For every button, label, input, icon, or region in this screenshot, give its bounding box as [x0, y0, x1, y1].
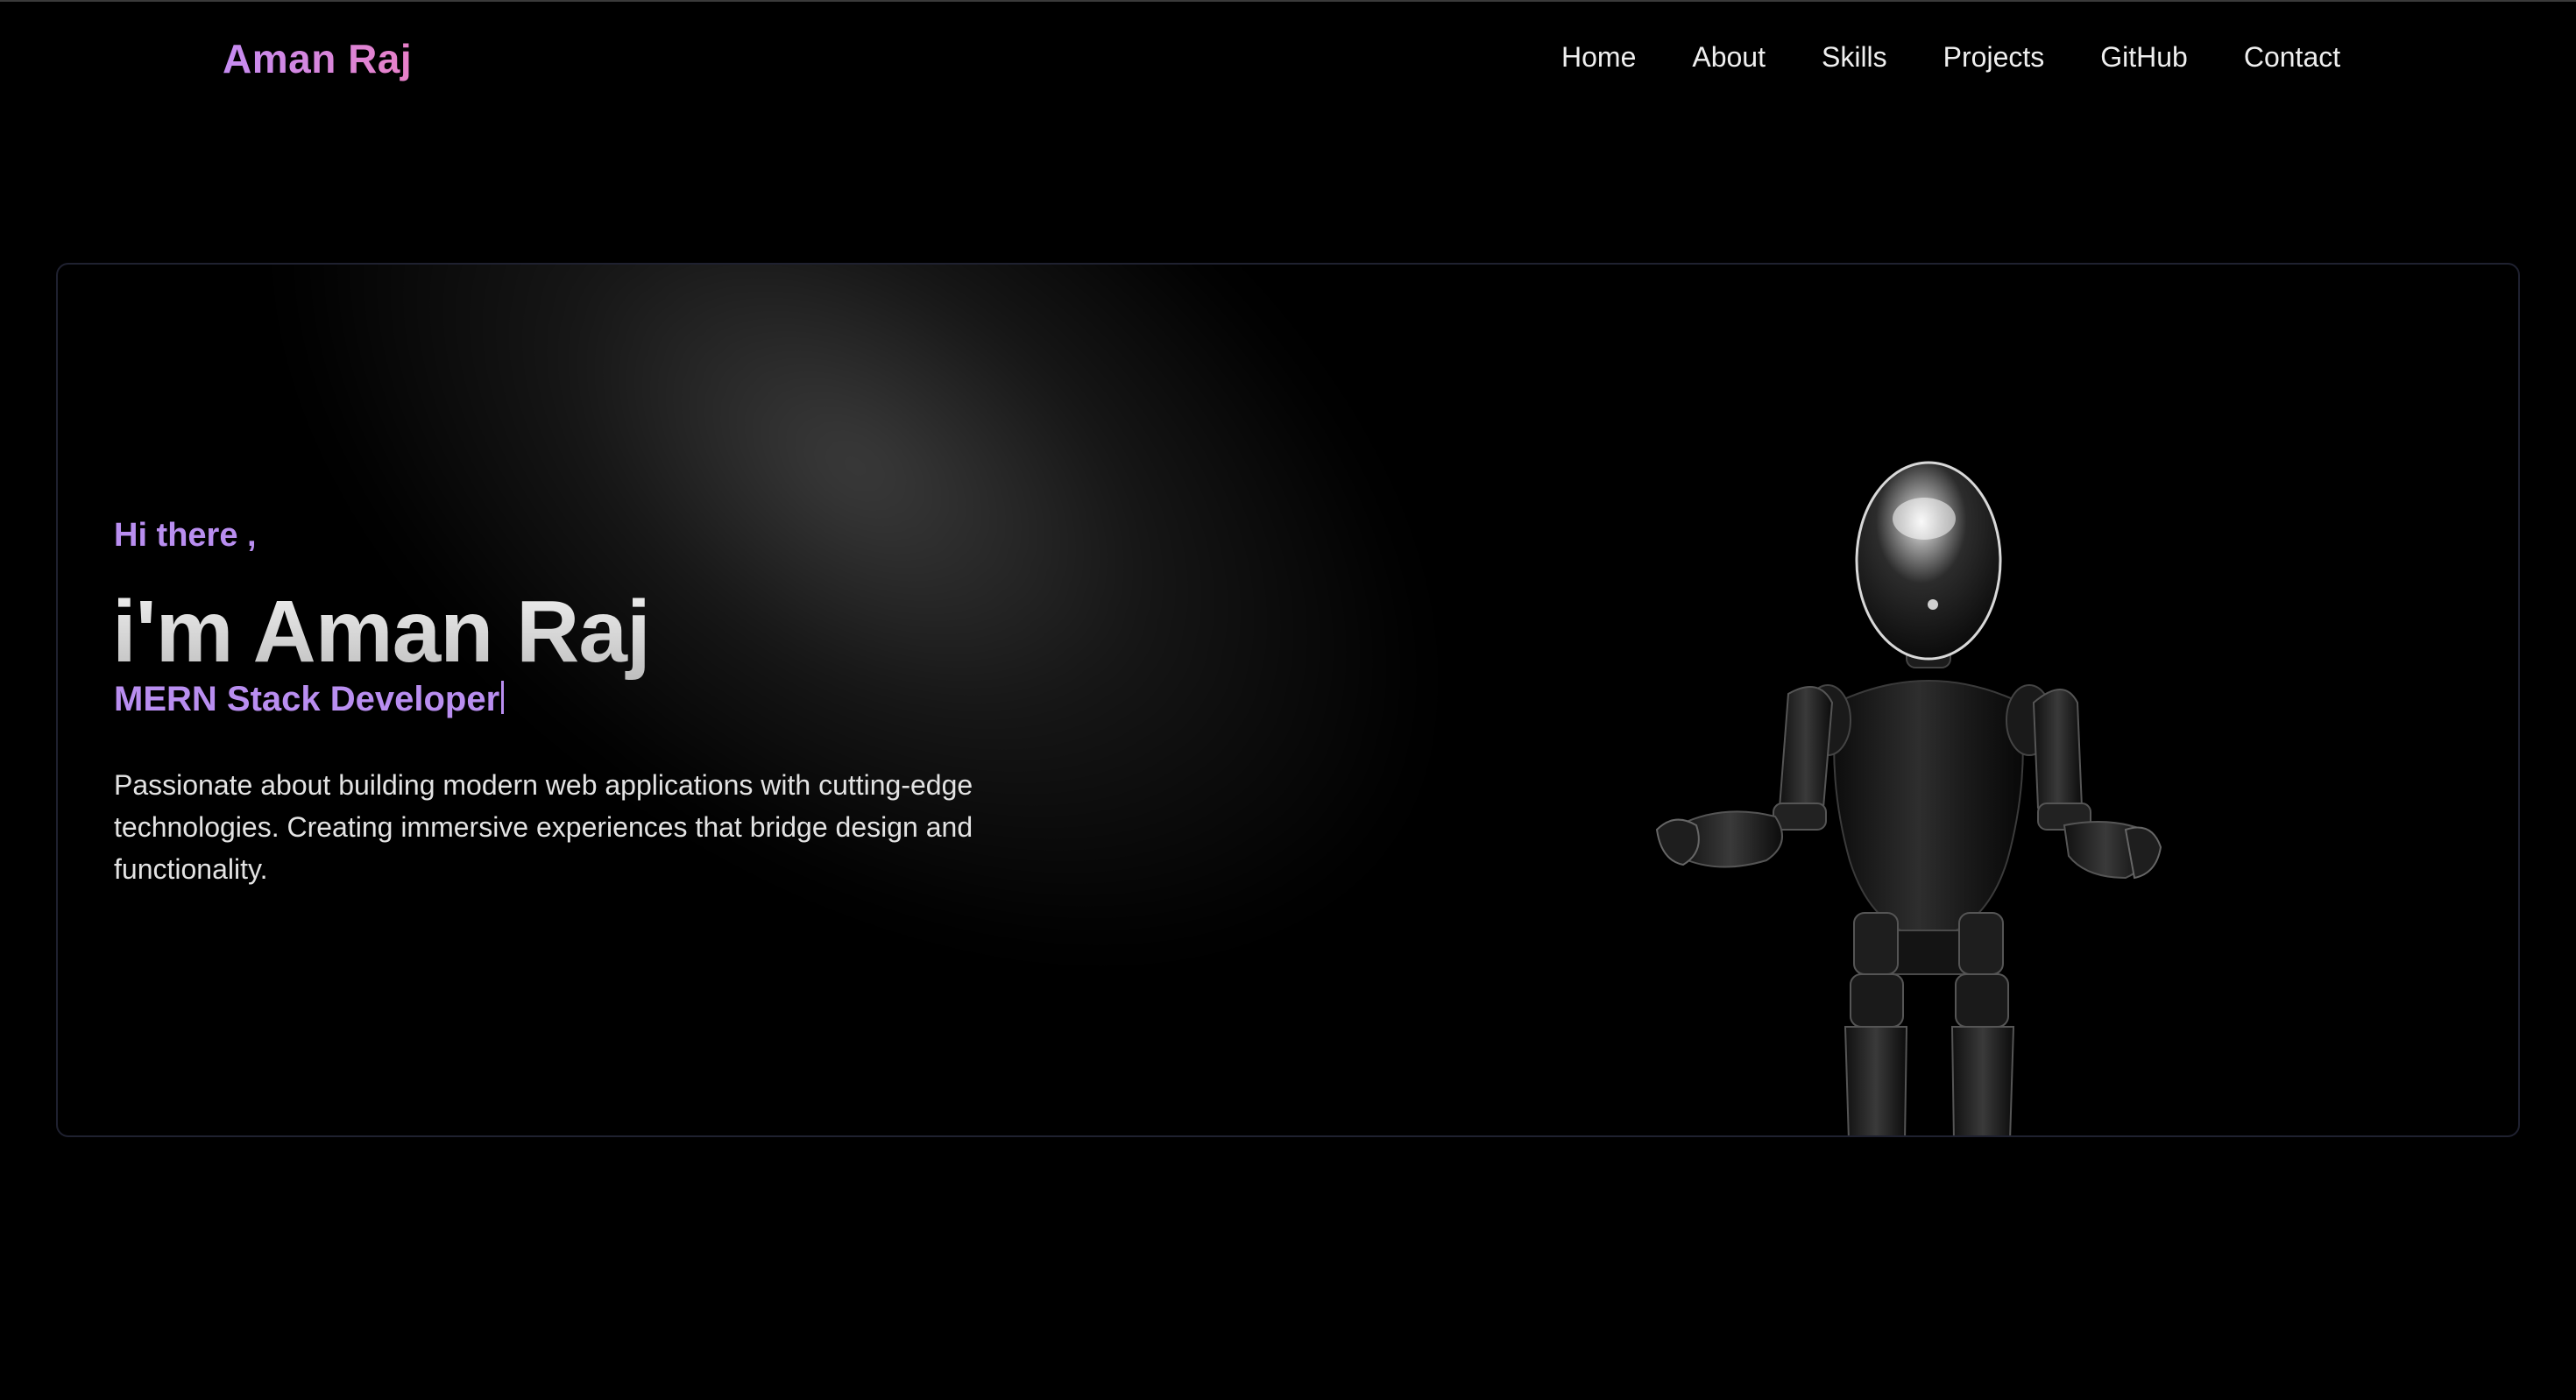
brand-logo[interactable]: Aman Raj	[223, 35, 412, 82]
nav-link-skills[interactable]: Skills	[1822, 41, 1887, 74]
nav-link-home[interactable]: Home	[1561, 41, 1636, 74]
robot-icon	[1655, 461, 2162, 1135]
hero-greeting: Hi there ,	[114, 517, 257, 554]
hero-name: i'm Aman Raj	[112, 583, 651, 681]
nav-link-github[interactable]: GitHub	[2100, 41, 2188, 74]
hero-role-text: MERN Stack Developer	[114, 680, 500, 718]
hero-role: MERN Stack Developer	[114, 680, 505, 719]
nav-link-projects[interactable]: Projects	[1943, 41, 2045, 74]
nav-link-about[interactable]: About	[1692, 41, 1766, 74]
main-nav: Home About Skills Projects GitHub Contac…	[1561, 41, 2340, 74]
typing-cursor	[501, 681, 505, 714]
navbar: Aman Raj Home About Skills Projects GitH…	[0, 0, 2576, 116]
nav-link-contact[interactable]: Contact	[2244, 41, 2340, 74]
hero-card: Hi there , i'm Aman Raj MERN Stack Devel…	[56, 263, 2520, 1137]
hero-description: Passionate about building modern web app…	[114, 769, 973, 885]
